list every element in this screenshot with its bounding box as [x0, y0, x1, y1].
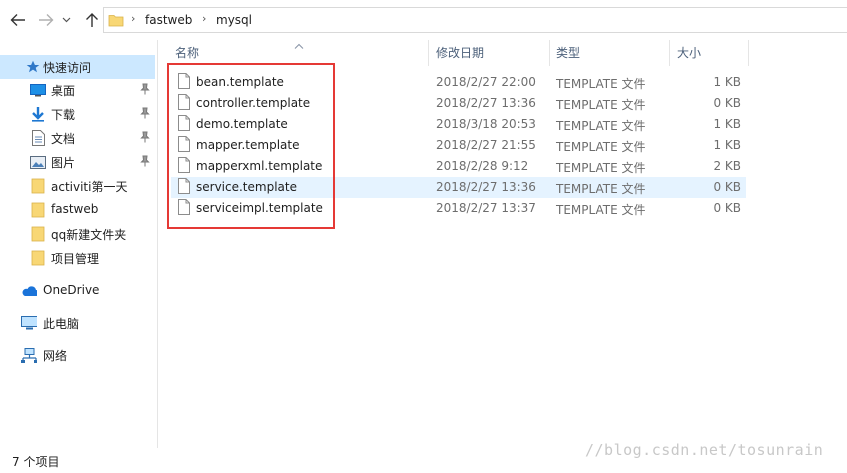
sidebar-item-activiti[interactable]: activiti第一天 [0, 174, 155, 198]
column-header-size[interactable]: 大小 [677, 40, 747, 64]
file-type: TEMPLATE 文件 [556, 98, 646, 112]
sidebar-item-label: activiti第一天 [51, 180, 128, 194]
sidebar-item-qq-folder[interactable]: qq新建文件夹 [0, 222, 155, 246]
file-modified: 2018/2/28 9:12 [436, 159, 529, 173]
file-type: TEMPLATE 文件 [556, 140, 646, 154]
folder-icon [30, 202, 46, 218]
sidebar-item-this-pc[interactable]: 此电脑 [0, 311, 155, 335]
file-modified: 2018/2/27 13:36 [436, 180, 536, 194]
sidebar-item-quick-access[interactable]: 快速访问 [0, 55, 155, 79]
file-size: 0 KB [713, 180, 741, 194]
navigation-pane: 快速访问 桌面 下载 文档 图片 activiti第一天 fastweb qq新… [0, 40, 158, 448]
network-icon [21, 347, 37, 363]
file-modified: 2018/2/27 21:55 [436, 138, 536, 152]
column-header-type[interactable]: 类型 [556, 40, 666, 64]
file-type: TEMPLATE 文件 [556, 203, 646, 217]
sidebar-item-label: 下载 [51, 108, 76, 122]
folder-icon [108, 12, 124, 31]
file-size: 1 KB [713, 138, 741, 152]
file-size: 0 KB [713, 96, 741, 110]
sidebar-item-label: 图片 [51, 156, 76, 170]
sidebar-item-label: 网络 [43, 349, 68, 363]
sidebar-item-onedrive[interactable]: OneDrive [0, 279, 155, 303]
cloud-icon [21, 283, 37, 299]
column-divider[interactable] [428, 40, 429, 66]
file-modified: 2018/2/27 22:00 [436, 75, 536, 89]
column-divider[interactable] [549, 40, 550, 66]
forward-button[interactable] [36, 10, 56, 30]
chevron-down-icon [62, 17, 70, 23]
pin-icon[interactable] [140, 131, 150, 146]
pin-icon[interactable] [140, 83, 150, 98]
file-size: 2 KB [713, 159, 741, 173]
file-modified: 2018/3/18 20:53 [436, 117, 536, 131]
file-size: 0 KB [713, 201, 741, 215]
breadcrumb-mysql[interactable]: mysql [216, 13, 252, 27]
file-type: TEMPLATE 文件 [556, 119, 646, 133]
sidebar-item-project-management[interactable]: 项目管理 [0, 246, 155, 270]
back-arrow-icon [10, 14, 25, 26]
sidebar-item-label: qq新建文件夹 [51, 228, 127, 242]
sidebar-item-network[interactable]: 网络 [0, 343, 155, 367]
picture-icon [30, 154, 46, 170]
sidebar-item-label: fastweb [51, 202, 99, 216]
column-header-name[interactable]: 名称 [175, 40, 425, 64]
folder-icon [30, 250, 46, 266]
watermark: //blog.csdn.net/tosunrain [585, 441, 824, 459]
chevron-right-icon: › [202, 12, 207, 25]
forward-arrow-icon [39, 14, 54, 26]
recent-locations-button[interactable] [60, 10, 72, 30]
file-size: 1 KB [713, 117, 741, 131]
star-icon [25, 59, 41, 75]
sidebar-item-desktop[interactable]: 桌面 [0, 78, 155, 102]
chevron-right-icon: › [131, 12, 136, 25]
sidebar-item-label: 桌面 [51, 84, 76, 98]
folder-icon [30, 226, 46, 242]
computer-icon [21, 315, 37, 331]
desktop-icon [30, 82, 46, 98]
up-arrow-icon [86, 13, 98, 27]
file-type: TEMPLATE 文件 [556, 161, 646, 175]
file-type: TEMPLATE 文件 [556, 182, 646, 196]
sidebar-item-label: 快速访问 [43, 61, 92, 75]
sidebar-item-downloads[interactable]: 下载 [0, 102, 155, 126]
pin-icon[interactable] [140, 107, 150, 122]
file-modified: 2018/2/27 13:36 [436, 96, 536, 110]
sidebar-item-documents[interactable]: 文档 [0, 126, 155, 150]
folder-icon [30, 178, 46, 194]
item-count: 7 个项目 [12, 455, 60, 469]
column-divider[interactable] [748, 40, 749, 66]
breadcrumb-fastweb[interactable]: fastweb [145, 13, 192, 27]
annotation-highlight-box [167, 63, 335, 229]
up-button[interactable] [82, 10, 102, 30]
file-size: 1 KB [713, 75, 741, 89]
sidebar-item-pictures[interactable]: 图片 [0, 150, 155, 174]
pin-icon[interactable] [140, 155, 150, 170]
sidebar-item-fastweb[interactable]: fastweb [0, 198, 155, 222]
column-divider[interactable] [669, 40, 670, 66]
document-icon [30, 130, 46, 146]
sidebar-item-label: 此电脑 [43, 317, 80, 331]
sidebar-item-label: OneDrive [43, 283, 100, 297]
back-button[interactable] [8, 10, 28, 30]
file-modified: 2018/2/27 13:37 [436, 201, 536, 215]
column-header-modified[interactable]: 修改日期 [436, 40, 546, 64]
sidebar-item-label: 文档 [51, 132, 76, 146]
download-icon [30, 106, 46, 122]
file-type: TEMPLATE 文件 [556, 77, 646, 91]
navigation-bar: › fastweb › mysql [0, 0, 847, 40]
address-bar[interactable]: › fastweb › mysql [103, 7, 847, 33]
sidebar-item-label: 项目管理 [51, 252, 100, 266]
